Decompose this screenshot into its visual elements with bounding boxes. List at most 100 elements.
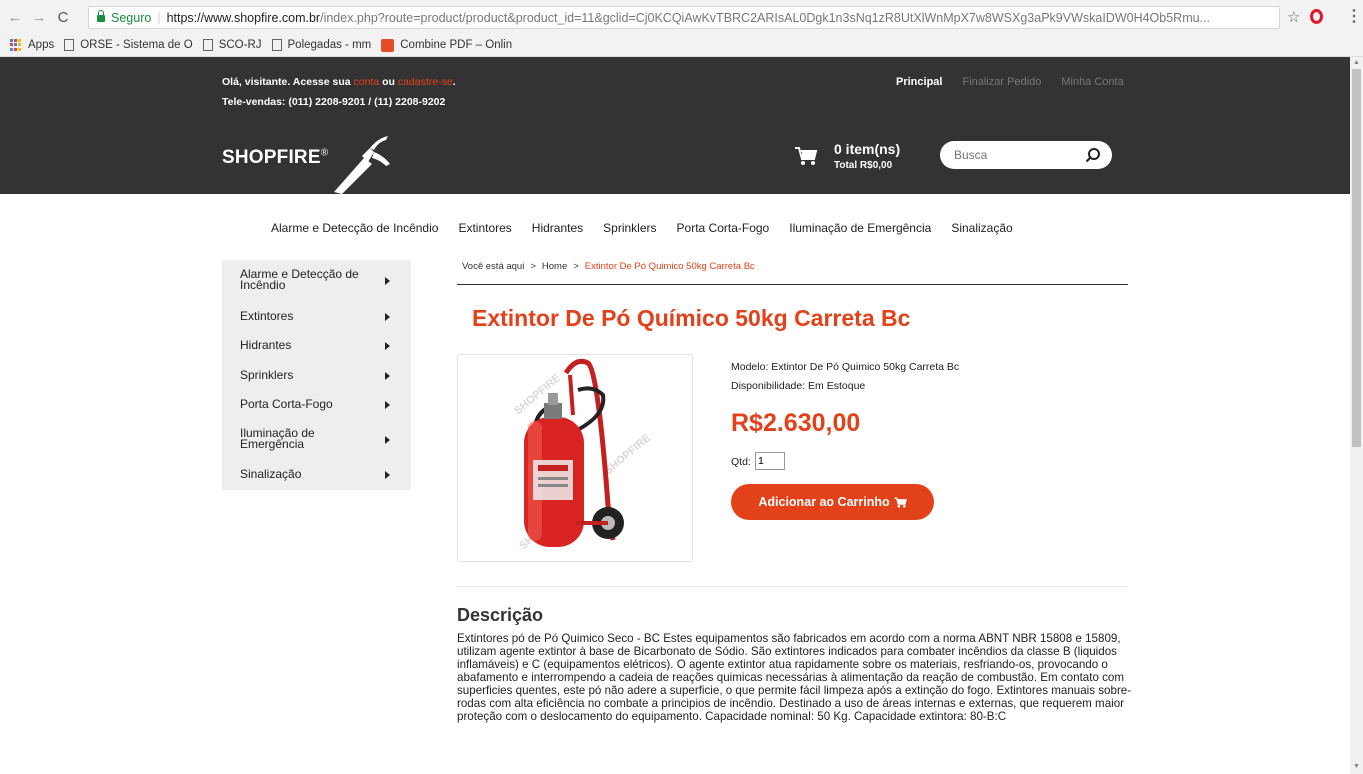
category-nav: Alarme e Detecção de Incêndio Extintores…	[271, 221, 1033, 235]
nav-sinalizacao[interactable]: Sinalização	[951, 221, 1012, 235]
bookmark-orse[interactable]: ORSE - Sistema de O	[64, 39, 193, 51]
category-sidebar: Alarme e Detecção de Incêndio Extintores…	[222, 260, 411, 490]
search-icon[interactable]	[1085, 147, 1101, 163]
add-to-cart-button[interactable]: Adicionar ao Carrinho	[731, 484, 934, 520]
cart-icon[interactable]	[794, 146, 818, 166]
cart-total: Total R$0,00	[834, 160, 893, 171]
arrow-right-icon	[385, 313, 390, 321]
lock-icon	[97, 10, 105, 22]
extinguisher-logo-icon	[334, 136, 390, 194]
add-to-cart-label: Adicionar ao Carrinho	[758, 495, 890, 509]
reload-icon[interactable]: C	[54, 9, 72, 26]
arrow-right-icon	[385, 277, 390, 285]
sidebar-item-label: Porta Corta-Fogo	[240, 397, 333, 411]
qty-label: Qtd:	[731, 456, 751, 468]
sidebar-item-label: Sprinklers	[240, 368, 294, 382]
extinguisher-cart-image: SHOPFIRE SHOPFIRE SHOPFIRE SHOPFIRE	[512, 358, 653, 552]
watermark-text: SHOPFIRE	[602, 432, 653, 477]
opera-icon[interactable]	[1310, 9, 1323, 24]
bookmark-label: Apps	[28, 39, 55, 51]
product-availability: Disponibilidade: Em Estoque	[731, 380, 866, 392]
qty-input[interactable]	[755, 452, 785, 470]
arrow-right-icon	[385, 401, 390, 409]
back-icon[interactable]: ←	[6, 9, 24, 26]
nav-alarme[interactable]: Alarme e Detecção de Incêndio	[271, 221, 438, 235]
page-icon	[271, 39, 282, 51]
url-separator: |	[157, 10, 161, 25]
breadcrumb-divider	[457, 284, 1128, 285]
cart-icon	[894, 496, 907, 508]
breadcrumb-home[interactable]: Home	[542, 261, 567, 272]
greeting: Olá, visitante. Acesse sua conta ou cada…	[222, 76, 456, 88]
link-finalizar-pedido[interactable]: Finalizar Pedido	[962, 76, 1041, 88]
nav-sprinklers[interactable]: Sprinklers	[603, 221, 656, 235]
nav-hidrantes[interactable]: Hidrantes	[532, 221, 583, 235]
sidebar-item-label: Alarme e Detecção de Incêndio	[240, 267, 359, 292]
phone-numbers: Tele-vendas: (011) 2208-9201 / (11) 2208…	[222, 96, 446, 108]
sidebar-item-sinalizacao[interactable]: Sinalização	[240, 467, 405, 481]
bookmarks-bar: Apps ORSE - Sistema de O SCO-RJ Polegada…	[0, 34, 1363, 57]
description-title: Descrição	[457, 605, 544, 625]
breadcrumb-label: Você está aqui	[462, 261, 525, 272]
breadcrumb-current[interactable]: Extintor De Pó Quimico 50kg Carreta Bc	[585, 261, 755, 272]
nav-extintores[interactable]: Extintores	[458, 221, 511, 235]
sidebar-item-label: Extintores	[240, 309, 294, 323]
nav-porta-corta-fogo[interactable]: Porta Corta-Fogo	[677, 221, 770, 235]
sidebar-item-label: Sinalização	[240, 467, 302, 481]
breadcrumb: Você está aqui > Home > Extintor De Pó Quimi…	[462, 261, 755, 272]
arrow-right-icon	[385, 342, 390, 350]
product-price: R$2.630,00	[731, 409, 861, 437]
forward-icon[interactable]: →	[30, 9, 48, 26]
secure-label: Seguro	[111, 10, 152, 25]
conta-link[interactable]: conta	[354, 76, 380, 88]
bookmark-apps[interactable]: Apps	[10, 38, 55, 52]
scroll-down-icon[interactable]: ▼	[1353, 763, 1360, 770]
url-domain: https://www.shopfire.com.br	[166, 10, 321, 25]
scroll-up-icon[interactable]: ▲	[1353, 59, 1360, 66]
search-input[interactable]	[954, 146, 1074, 164]
site-header: Olá, visitante. Acesse sua conta ou cada…	[0, 57, 1350, 194]
sidebar-item-label: Iluminação de Emergência	[240, 426, 315, 451]
sidebar-item-hidrantes[interactable]: Hidrantes	[240, 338, 405, 352]
nav-iluminacao[interactable]: Iluminação de Emergência	[789, 221, 931, 235]
browser-toolbar: ← → C Seguro | https://www.shopfire.com.…	[0, 0, 1363, 34]
product-image[interactable]: SHOPFIRE SHOPFIRE SHOPFIRE SHOPFIRE	[457, 354, 693, 562]
sidebar-item-label: Hidrantes	[240, 338, 292, 352]
bookmark-star-icon[interactable]: ☆	[1287, 8, 1300, 26]
product-title: Extintor De Pó Químico 50kg Carreta Bc	[472, 305, 911, 331]
sidebar-item-porta-corta-fogo[interactable]: Porta Corta-Fogo	[240, 397, 405, 411]
cart-item-count[interactable]: 0 item(ns)	[834, 141, 900, 157]
scroll-thumb[interactable]	[1352, 69, 1361, 447]
sidebar-item-iluminacao[interactable]: Iluminação de Emergência	[240, 426, 405, 452]
product-model: Modelo: Extintor De Pó Quimico 50kg Carr…	[731, 361, 960, 373]
site-logo[interactable]: SHOPFIRE®	[222, 147, 328, 169]
url-path: /index.php?route=product/product&product…	[320, 10, 1210, 25]
page-icon	[202, 39, 213, 51]
sidebar-item-alarme[interactable]: Alarme e Detecção de Incêndio	[240, 267, 405, 293]
link-minha-conta[interactable]: Minha Conta	[1061, 76, 1123, 88]
link-principal[interactable]: Principal	[896, 76, 942, 88]
bookmark-label: Polegadas - mm	[287, 39, 372, 51]
pdf-icon	[381, 38, 395, 52]
arrow-right-icon	[385, 372, 390, 380]
cadastre-link[interactable]: cadastre-se	[398, 76, 453, 88]
sidebar-item-sprinklers[interactable]: Sprinklers	[240, 368, 405, 382]
bookmark-sco-rj[interactable]: SCO-RJ	[202, 39, 262, 51]
arrow-right-icon	[385, 436, 390, 444]
bookmark-label: SCO-RJ	[218, 39, 262, 51]
bookmark-polegadas[interactable]: Polegadas - mm	[271, 39, 372, 51]
menu-icon[interactable]: ⋮	[1346, 6, 1362, 26]
bookmark-combine-pdf[interactable]: Combine PDF – Onlin	[381, 38, 513, 52]
bookmark-label: ORSE - Sistema de O	[80, 39, 193, 51]
address-bar[interactable]: Seguro | https://www.shopfire.com.br/ind…	[88, 6, 1280, 29]
description-text: Extintores pó de Pó Quimico Seco - BC Es…	[457, 632, 1132, 723]
bookmark-label: Combine PDF – Onlin	[400, 39, 513, 51]
section-divider	[457, 586, 1128, 587]
top-links: Principal Finalizar Pedido Minha Conta	[896, 76, 1124, 88]
search-box	[940, 141, 1112, 169]
apps-grid-icon	[10, 38, 23, 52]
arrow-right-icon	[385, 471, 390, 479]
sidebar-item-extintores[interactable]: Extintores	[240, 309, 405, 323]
vertical-scrollbar[interactable]: ▲ ▼	[1350, 57, 1363, 774]
page-icon	[64, 39, 75, 51]
